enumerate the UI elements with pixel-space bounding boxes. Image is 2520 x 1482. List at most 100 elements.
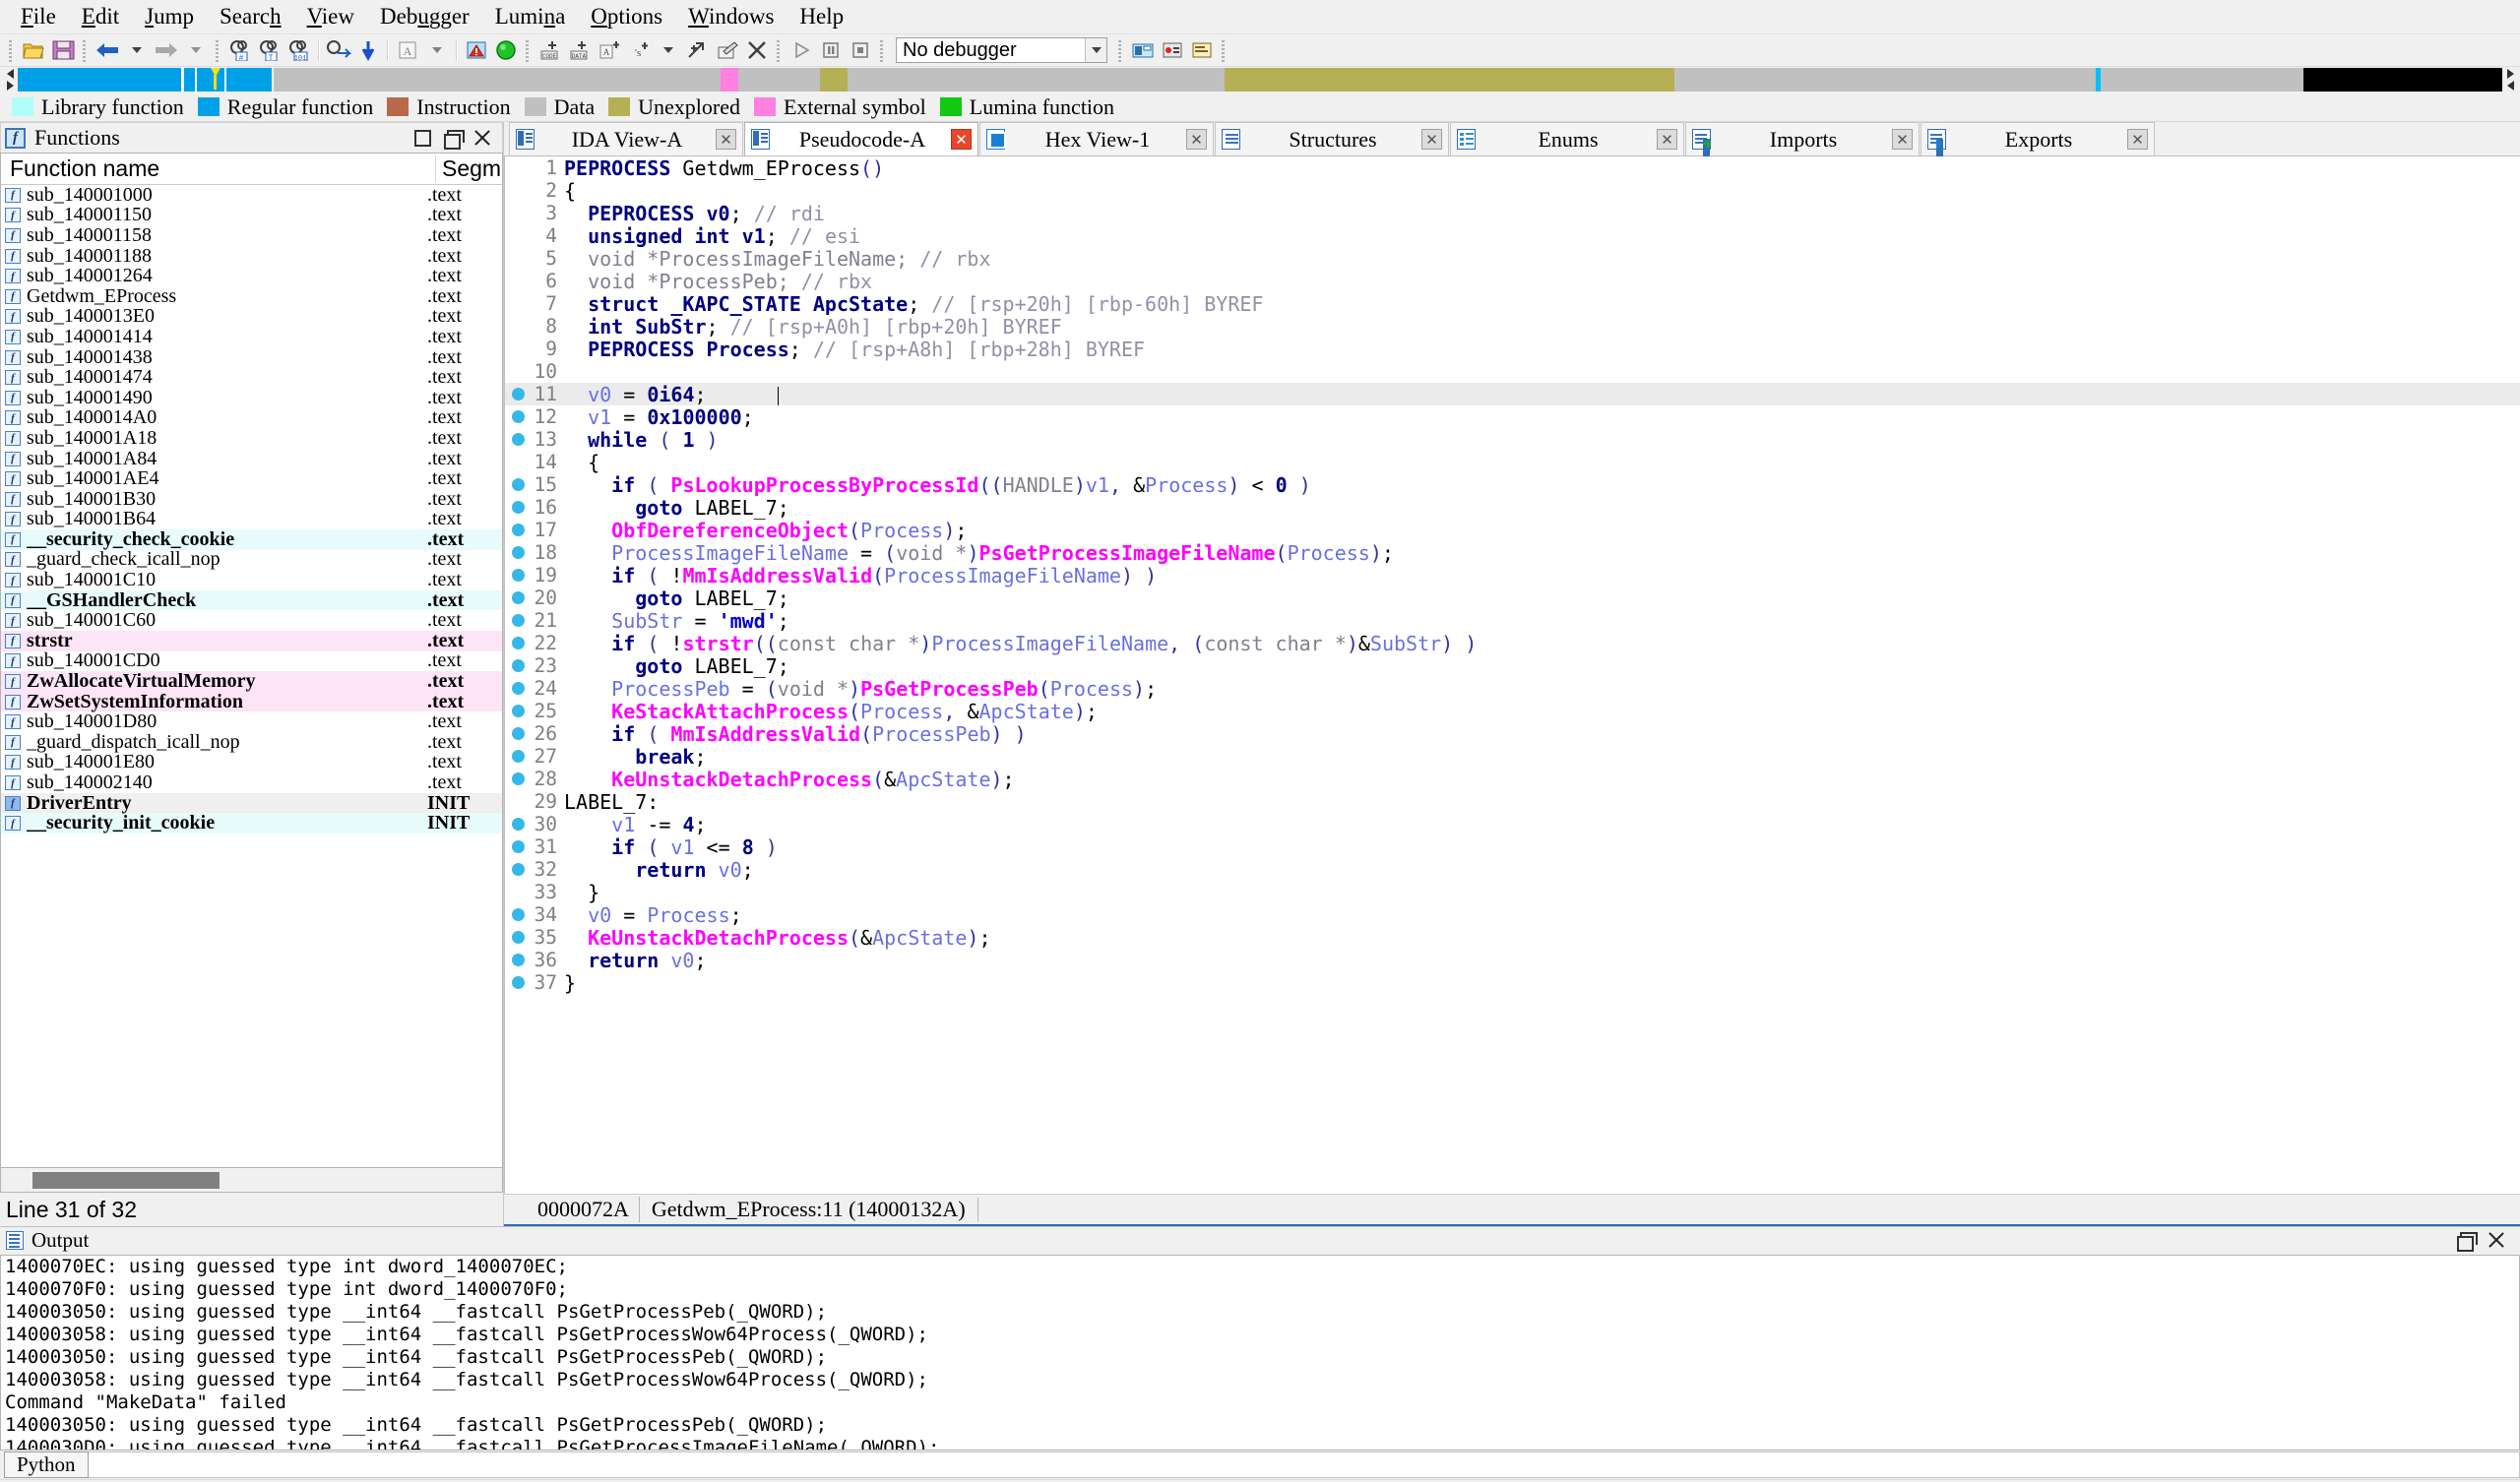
pseudocode-line-text[interactable]: v1 = 0x100000; (564, 405, 2520, 429)
pseudocode-line[interactable]: 29 LABEL_7: (505, 790, 2520, 814)
maximize-icon[interactable] (444, 129, 465, 150)
tab-exports[interactable]: Exports ✕ (1921, 122, 2155, 155)
close-icon[interactable] (473, 130, 490, 147)
tab-pseudocode-a[interactable]: Pseudocode-A ✕ (744, 122, 978, 155)
green-play-icon[interactable] (492, 37, 520, 63)
breakpoint-gutter-icon[interactable] (505, 478, 531, 491)
pseudocode-line-text[interactable]: void *ProcessPeb; // rbx (564, 270, 2520, 293)
function-list-row[interactable]: f sub_140001150 .text (1, 204, 502, 225)
function-list-row[interactable]: f sub_140001474 .text (1, 366, 502, 388)
navband-segment[interactable] (226, 68, 272, 92)
pseudocode-line-text[interactable]: KeStackAttachProcess(Process, &ApcState)… (564, 700, 2520, 723)
breakpoint-gutter-icon[interactable] (505, 388, 531, 401)
navband-segment[interactable] (183, 68, 195, 92)
forward-arrow-icon[interactable] (153, 37, 180, 63)
make-struct-dropdown-icon[interactable] (655, 37, 682, 63)
pseudocode-line[interactable]: 21 SubStr = 'mwd'; (505, 609, 2520, 633)
pseudocode-line[interactable]: 9 PEPROCESS Process; // [rsp+A8h] [rbp+2… (505, 338, 2520, 361)
pseudocode-line[interactable]: 4 unsigned int v1; // esi (505, 224, 2520, 248)
navband-segment[interactable] (1225, 68, 1675, 92)
pseudocode-line-text[interactable]: struct _KAPC_STATE ApcState; // [rsp+20h… (564, 292, 2520, 316)
breakpoint-gutter-icon[interactable] (505, 501, 531, 514)
function-list-row[interactable]: f sub_140001D80 .text (1, 710, 502, 732)
tab-close-icon[interactable]: ✕ (1186, 129, 1207, 150)
breakpoint-gutter-icon[interactable] (505, 682, 531, 695)
menu-item-file[interactable]: File (8, 2, 69, 31)
function-list-row[interactable]: f sub_140001CD0 .text (1, 649, 502, 671)
function-list-row[interactable]: f ZwAllocateVirtualMemory .text (1, 670, 502, 692)
tab-close-icon[interactable]: ✕ (2127, 129, 2148, 150)
navband-segment[interactable] (738, 68, 821, 92)
function-list-row[interactable]: f ZwSetSystemInformation .text (1, 691, 502, 712)
breakpoint-gutter-icon[interactable] (505, 863, 531, 876)
chevron-down-icon[interactable] (1085, 38, 1106, 62)
python-tab[interactable]: Python (4, 1451, 89, 1479)
breakpoint-gutter-icon[interactable] (505, 908, 531, 921)
toolbar-grip-4[interactable] (525, 38, 532, 62)
breakpoint-gutter-icon[interactable] (505, 976, 531, 989)
pseudocode-line-text[interactable]: ProcessPeb = (void *)PsGetProcessPeb(Pro… (564, 677, 2520, 701)
breakpoint-gutter-icon[interactable] (505, 410, 531, 423)
tab-structures[interactable]: Structures ✕ (1215, 122, 1449, 155)
tab-imports[interactable]: Imports ✕ (1685, 122, 1920, 155)
pseudocode-line-text[interactable]: PEPROCESS Process; // [rsp+A8h] [rbp+28h… (564, 338, 2520, 361)
pseudocode-line-text[interactable]: SubStr = 'mwd'; (564, 609, 2520, 633)
column-header-segment[interactable]: Segme (435, 155, 502, 182)
function-list-row[interactable]: f __security_check_cookie .text (1, 528, 502, 550)
navband-segment[interactable] (2302, 68, 2502, 92)
pseudocode-line-text[interactable]: break; (564, 745, 2520, 769)
toolbar-grip-6[interactable] (879, 38, 886, 62)
breakpoint-gutter-icon[interactable] (505, 546, 531, 559)
hscroll-track[interactable] (5, 1171, 498, 1189)
output-maximize-icon[interactable] (2457, 1232, 2478, 1253)
pseudocode-line-text[interactable]: while ( 1 ) (564, 428, 2520, 452)
pseudocode-line-text[interactable]: return v0; (564, 949, 2520, 972)
function-list-row[interactable]: f sub_1400014A0 .text (1, 406, 502, 428)
pseudocode-line-text[interactable]: v0 = 0i64; (564, 383, 2520, 406)
pseudocode-line-text[interactable]: KeUnstackDetachProcess(&ApcState); (564, 768, 2520, 791)
python-input[interactable] (88, 1451, 2520, 1479)
pseudocode-line-text[interactable]: if ( v1 <= 8 ) (564, 835, 2520, 859)
pseudocode-line-text[interactable]: goto LABEL_7; (564, 654, 2520, 678)
function-list-row[interactable]: f __GSHandlerCheck .text (1, 589, 502, 611)
function-list-row[interactable]: f sub_140002140 .text (1, 772, 502, 793)
pseudocode-line[interactable]: 27 break; (505, 745, 2520, 769)
pseudocode-line[interactable]: 18 ProcessImageFileName = (void *)PsGetP… (505, 541, 2520, 565)
pseudocode-line[interactable]: 37} (505, 971, 2520, 995)
pseudocode-line[interactable]: 19 if ( !MmIsAddressValid(ProcessImageFi… (505, 564, 2520, 587)
menu-item-options[interactable]: Options (578, 2, 675, 31)
tab-hex-view-1[interactable]: Hex View-1 ✕ (979, 122, 1214, 155)
pseudocode-line-text[interactable]: } (564, 971, 2520, 995)
menu-item-help[interactable]: Help (787, 2, 856, 31)
pseudocode-line-text[interactable]: return v0; (564, 858, 2520, 882)
menu-item-view[interactable]: View (294, 2, 367, 31)
pseudocode-line[interactable]: 5 void *ProcessImageFileName; // rbx (505, 247, 2520, 271)
function-list-row[interactable]: f sub_1400013E0 .text (1, 305, 502, 327)
navband-segment[interactable] (18, 68, 182, 92)
breakpoint-gutter-icon[interactable] (505, 637, 531, 649)
pseudocode-line[interactable]: 24 ProcessPeb = (void *)PsGetProcessPeb(… (505, 677, 2520, 701)
breakpoint-gutter-icon[interactable] (505, 659, 531, 672)
pseudocode-line-text[interactable]: ProcessImageFileName = (void *)PsGetProc… (564, 541, 2520, 565)
breakpoint-gutter-icon[interactable] (505, 524, 531, 536)
pseudocode-line[interactable]: 3 PEPROCESS v0; // rdi (505, 202, 2520, 225)
menu-item-debugger[interactable]: Debugger (367, 2, 482, 31)
pseudocode-line-text[interactable]: LABEL_7: (564, 790, 2520, 814)
pseudocode-line-text[interactable]: int SubStr; // [rsp+A0h] [rbp+20h] BYREF (564, 315, 2520, 339)
pseudocode-view[interactable]: 1 PEPROCESS Getdwm_EProcess() 2{3 PEPROCES… (504, 156, 2520, 1194)
menu-item-windows[interactable]: Windows (675, 2, 787, 31)
pseudocode-line[interactable]: 32 return v0; (505, 858, 2520, 882)
breakpoint-gutter-icon[interactable] (505, 750, 531, 763)
warning-icon[interactable] (463, 37, 490, 63)
pseudocode-line-text[interactable]: v1 -= 4; (564, 813, 2520, 836)
breakpoint-gutter-icon[interactable] (505, 727, 531, 740)
breakpoint-gutter-icon[interactable] (505, 818, 531, 831)
pseudocode-line-text[interactable] (564, 360, 2520, 384)
pseudocode-line-text[interactable]: goto LABEL_7; (564, 587, 2520, 610)
menu-item-jump[interactable]: Jump (132, 2, 207, 31)
function-list-row[interactable]: f sub_140001E80 .text (1, 751, 502, 772)
search-hash-icon[interactable]: # (226, 37, 254, 63)
function-list-row[interactable]: f __security_init_cookie INIT (1, 812, 502, 834)
pseudocode-line-text[interactable]: PEPROCESS v0; // rdi (564, 202, 2520, 225)
function-list-row[interactable]: f sub_140001158 .text (1, 224, 502, 246)
